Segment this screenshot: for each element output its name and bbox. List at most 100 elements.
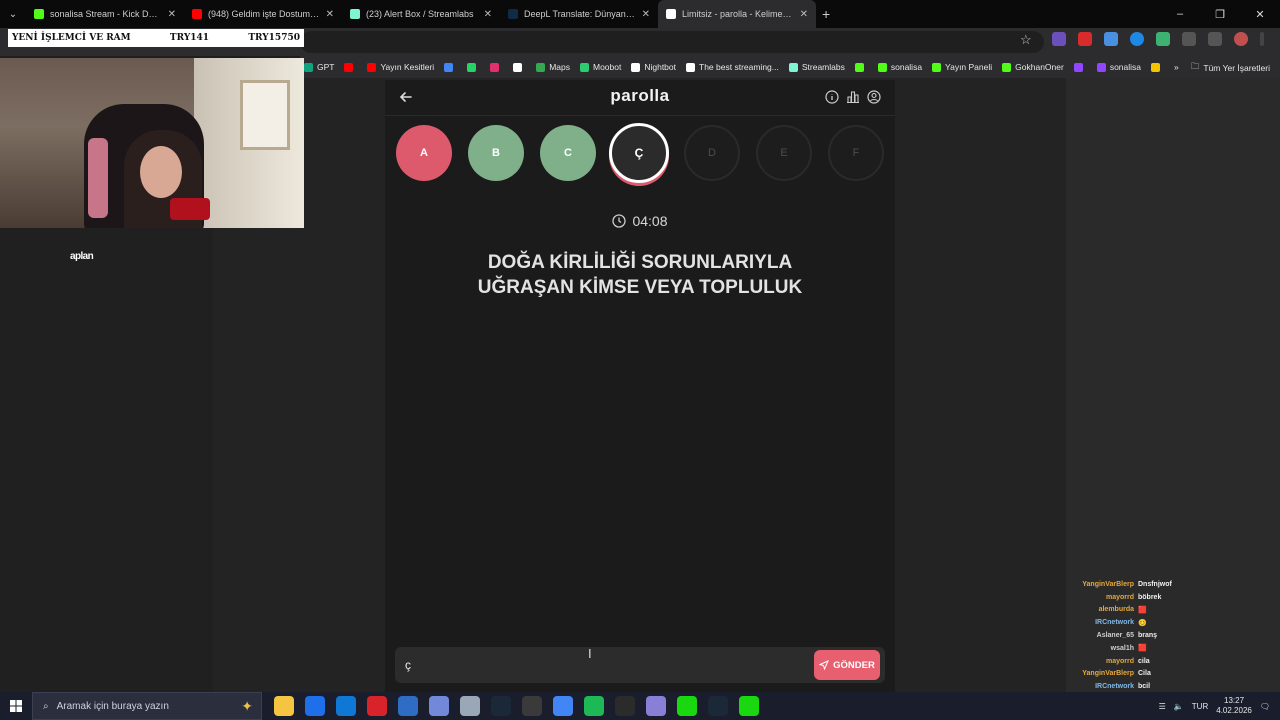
bookmark-item[interactable] — [444, 62, 457, 72]
bookmark-item[interactable]: Streamlabs — [788, 62, 845, 72]
taskbar-app-icon[interactable] — [336, 696, 356, 716]
clue-line: DOĞA KİRLİLİĞİ SORUNLARIYLA — [487, 252, 793, 273]
taskbar-app-icon[interactable] — [491, 696, 511, 716]
menu-icon[interactable] — [1260, 32, 1264, 46]
new-tab-button[interactable]: + — [822, 6, 830, 22]
tab-close-icon[interactable]: ✕ — [484, 9, 492, 20]
streamer-logo: aplan — [70, 251, 94, 262]
bookmark-item[interactable]: GPT — [304, 62, 334, 72]
media-icon[interactable] — [1208, 32, 1222, 46]
account-icon[interactable] — [867, 90, 881, 104]
copilot-sparkle-icon[interactable]: ✦ — [241, 698, 253, 715]
bookmark-icon — [1096, 62, 1106, 72]
taskbar-app-icon[interactable] — [739, 696, 759, 716]
close-window-button[interactable]: ✕ — [1240, 0, 1280, 28]
bookmark-item[interactable]: sonalisa — [877, 62, 922, 72]
bookmark-item[interactable] — [467, 62, 480, 72]
extension-icon[interactable] — [1130, 32, 1144, 46]
volume-icon[interactable]: 🔈 — [1174, 702, 1184, 711]
taskbar-app-icon[interactable] — [429, 696, 449, 716]
browser-tab[interactable]: DeepL Translate: Dünyanın en iyi ✕ — [500, 0, 658, 28]
taskbar-app-icon[interactable] — [522, 696, 542, 716]
chat-username: Aslaner_65 — [1096, 632, 1134, 640]
profile-avatar[interactable] — [1234, 32, 1248, 46]
taskbar-app-icon[interactable] — [274, 696, 294, 716]
extension-icon[interactable] — [1052, 32, 1066, 46]
taskbar-app-icon[interactable] — [398, 696, 418, 716]
bookmark-item[interactable] — [513, 62, 526, 72]
extension-icon[interactable] — [1156, 32, 1170, 46]
minimize-button[interactable]: – — [1160, 0, 1200, 28]
clock-time: 13:27 — [1224, 696, 1245, 705]
browser-tab[interactable]: (23) Alert Box / Streamlabs ✕ — [342, 0, 500, 28]
text-cursor-icon: I — [588, 646, 592, 661]
bookmark-item[interactable]: Moobot — [579, 62, 621, 72]
taskbar-app-icon[interactable] — [367, 696, 387, 716]
taskbar-app-icon[interactable] — [615, 696, 635, 716]
extension-icon[interactable] — [1078, 32, 1092, 46]
bookmark-label: Yayın Kesitleri — [380, 62, 435, 72]
chat-message: alemburda 🟥 — [1070, 604, 1274, 617]
bookmark-item[interactable] — [1073, 62, 1087, 72]
taskbar-app-icon[interactable] — [305, 696, 325, 716]
taskbar-app-icon[interactable] — [677, 696, 697, 716]
extension-icon[interactable] — [1104, 32, 1118, 46]
taskbar-app-icon[interactable] — [708, 696, 728, 716]
bookmark-item[interactable] — [854, 62, 868, 72]
clock-icon — [612, 214, 627, 228]
tab-close-icon[interactable]: ✕ — [642, 9, 650, 20]
bookmarks-overflow-icon[interactable]: » — [1174, 62, 1179, 72]
bookmark-item[interactable]: Nightbot — [631, 62, 676, 72]
language-indicator[interactable]: TUR — [1192, 702, 1208, 711]
taskbar-app-icon[interactable] — [553, 696, 573, 716]
answer-bar: GÖNDER — [395, 647, 885, 683]
maximize-button[interactable]: ❐ — [1200, 0, 1240, 28]
letter-circle-pending: F — [828, 125, 884, 181]
bookmark-icon — [513, 62, 523, 72]
bookmark-icon — [344, 62, 354, 72]
chat-message: Aslaner_65 branş — [1070, 629, 1274, 642]
puzzle-icon[interactable] — [1182, 32, 1196, 46]
promo-banner: YENİ İŞLEMCİ VE RAM TRY141 TRY15750 — [8, 29, 304, 47]
bookmark-item[interactable]: The best streaming... — [686, 62, 779, 72]
browser-tab-strip: ⌄ sonalisa Stream - Kick Dashboard ✕ (94… — [0, 0, 1280, 28]
chat-text: 😊 — [1138, 619, 1147, 627]
tab-close-icon[interactable]: ✕ — [168, 9, 176, 20]
notification-icon[interactable]: 🗨 — [1260, 702, 1270, 711]
bookmark-item[interactable]: Maps — [536, 62, 570, 72]
tab-search-icon[interactable]: ⌄ — [0, 0, 26, 28]
bookmark-item[interactable]: GokhanOner — [1002, 62, 1064, 72]
browser-tab[interactable]: (948) Geldim işte Dostum / Aslı ✕ — [184, 0, 342, 28]
all-bookmarks[interactable]: 🗀 Tüm Yer İşaretleri — [1191, 61, 1270, 75]
windows-start-icon[interactable] — [0, 692, 32, 720]
taskbar-app-icon[interactable] — [584, 696, 604, 716]
timer-value: 04:08 — [632, 213, 668, 229]
taskbar-search[interactable]: ⌕ Aramak için buraya yazın ✦ — [32, 692, 262, 720]
send-button[interactable]: GÖNDER — [814, 650, 880, 680]
bookmark-item[interactable] — [1151, 62, 1164, 72]
bookmark-item[interactable]: Yayın Kesitleri — [367, 62, 434, 72]
chat-text: Cila — [1138, 670, 1151, 678]
browser-tab[interactable]: sonalisa Stream - Kick Dashboard ✕ — [26, 0, 184, 28]
bookmark-star-icon[interactable]: ☆ — [1020, 32, 1032, 48]
chat-username: IRCnetwork — [1095, 683, 1134, 691]
wifi-icon[interactable]: ☰ — [1159, 702, 1166, 711]
browser-tab[interactable]: Limitsiz - parolla - Kelime oyunu ✕ — [658, 0, 816, 28]
tab-close-icon[interactable]: ✕ — [800, 9, 808, 20]
search-icon: ⌕ — [43, 700, 49, 712]
clock[interactable]: 13:27 4.02.2026 — [1216, 696, 1252, 716]
promo-price: TRY15750 — [248, 33, 300, 43]
bookmark-icon — [444, 62, 454, 72]
tab-close-icon[interactable]: ✕ — [326, 9, 334, 20]
answer-input[interactable] — [405, 655, 805, 675]
bookmark-item[interactable]: sonalisa — [1096, 62, 1141, 72]
bookmark-item[interactable] — [344, 62, 357, 72]
letter-circle-right: B — [468, 125, 524, 181]
info-icon[interactable] — [825, 90, 839, 104]
taskbar-app-icon[interactable] — [460, 696, 480, 716]
taskbar-app-icon[interactable] — [646, 696, 666, 716]
bookmark-item[interactable] — [490, 62, 503, 72]
stats-icon[interactable] — [846, 90, 860, 104]
omnibox[interactable] — [300, 31, 1044, 53]
bookmark-item[interactable]: Yayın Paneli — [932, 62, 992, 72]
